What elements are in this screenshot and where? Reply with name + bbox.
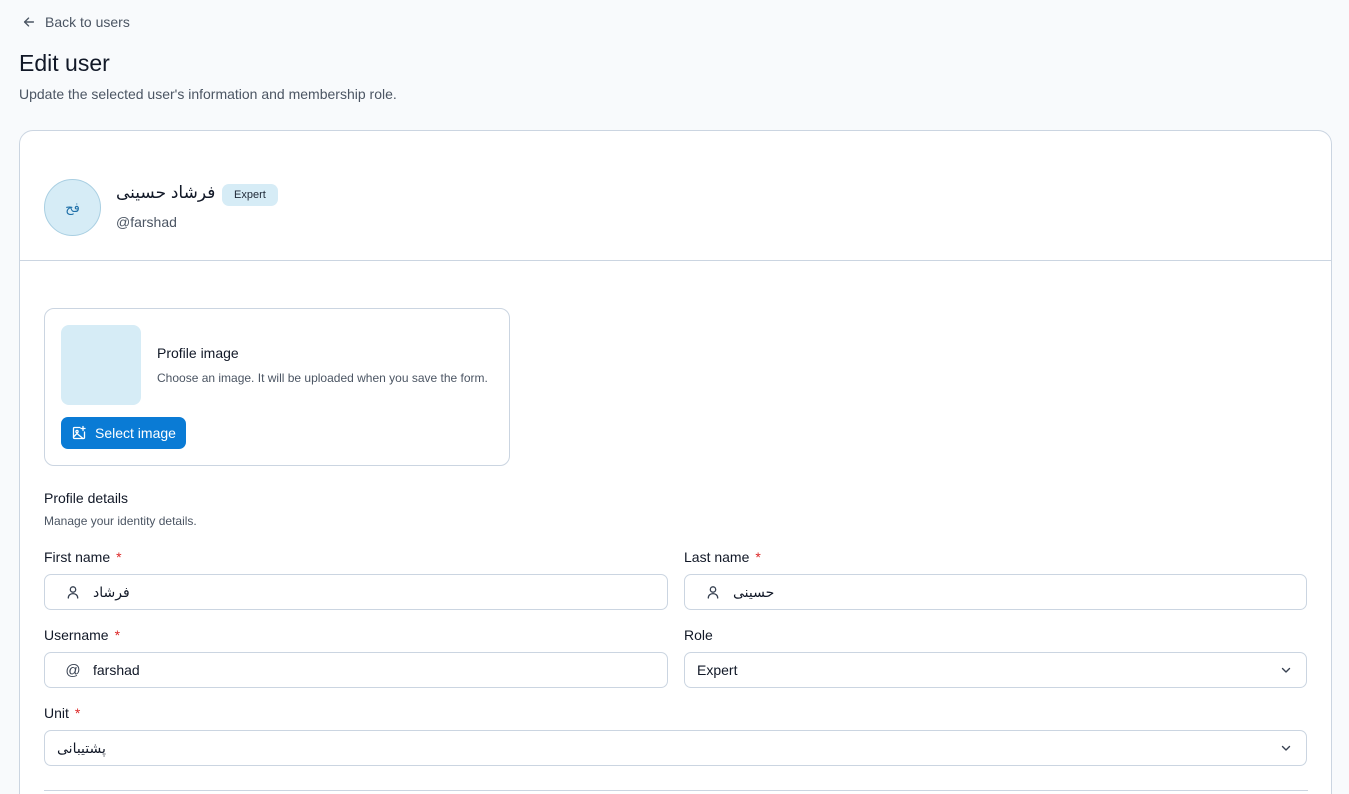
section-divider bbox=[44, 790, 1308, 791]
last-name-required-mark: * bbox=[755, 549, 761, 565]
user-handle: @farshad bbox=[116, 214, 177, 230]
unit-select[interactable]: پشتیبانی bbox=[44, 730, 1307, 766]
unit-label-text: Unit bbox=[44, 705, 69, 721]
back-to-users-link[interactable]: Back to users bbox=[22, 12, 130, 32]
first-name-label-text: First name bbox=[44, 549, 111, 565]
back-link-label: Back to users bbox=[45, 14, 130, 30]
at-sign-icon: @ bbox=[65, 661, 81, 679]
role-badge: Expert bbox=[222, 184, 278, 206]
last-name-label: Last name * bbox=[684, 549, 761, 565]
profile-image-title: Profile image bbox=[157, 345, 239, 361]
user-summary-header: فح فرشاد حسینی Expert @farshad bbox=[20, 131, 1331, 261]
role-value: Expert bbox=[697, 662, 738, 678]
select-image-label: Select image bbox=[95, 425, 176, 441]
first-name-value: فرشاد bbox=[93, 583, 130, 600]
role-select[interactable]: Expert bbox=[684, 652, 1307, 688]
profile-details-title: Profile details bbox=[44, 490, 129, 506]
profile-details-description: Manage your identity details. bbox=[44, 514, 197, 528]
role-label: Role bbox=[684, 627, 713, 643]
profile-image-panel: Profile image Choose an image. It will b… bbox=[44, 308, 510, 466]
username-required-mark: * bbox=[114, 627, 121, 643]
first-name-required-mark: * bbox=[116, 549, 122, 565]
user-icon bbox=[705, 584, 721, 600]
username-label-text: Username bbox=[44, 627, 109, 643]
avatar-initials: فح bbox=[65, 199, 80, 215]
edit-user-page: Back to users Edit user Update the selec… bbox=[0, 0, 1349, 794]
profile-image-description: Choose an image. It will be uploaded whe… bbox=[157, 371, 488, 385]
username-label: Username * bbox=[44, 627, 120, 643]
first-name-label: First name * bbox=[44, 549, 122, 565]
unit-value: پشتیبانی bbox=[57, 739, 106, 756]
page-subtitle: Update the selected user's information a… bbox=[19, 86, 397, 102]
chevron-down-icon bbox=[1281, 745, 1291, 751]
user-full-name: فرشاد حسینی bbox=[116, 183, 216, 202]
user-icon bbox=[65, 584, 81, 600]
unit-label: Unit * bbox=[44, 705, 80, 721]
last-name-field[interactable]: حسینی bbox=[684, 574, 1307, 610]
image-plus-icon bbox=[72, 425, 86, 440]
role-label-text: Role bbox=[684, 627, 713, 643]
unit-required-mark: * bbox=[74, 705, 81, 721]
avatar: فح bbox=[44, 179, 101, 236]
profile-image-preview bbox=[61, 325, 141, 405]
first-name-field[interactable]: فرشاد bbox=[44, 574, 668, 610]
username-value: farshad bbox=[93, 662, 140, 678]
username-field[interactable]: @ farshad bbox=[44, 652, 668, 688]
chevron-down-icon bbox=[1281, 667, 1291, 673]
last-name-label-text: Last name bbox=[684, 549, 750, 565]
select-image-button[interactable]: Select image bbox=[61, 417, 186, 449]
page-title: Edit user bbox=[19, 50, 110, 76]
last-name-value: حسینی bbox=[733, 583, 775, 600]
arrow-left-icon bbox=[23, 17, 35, 27]
edit-user-card: فح فرشاد حسینی Expert @farshad Profile i… bbox=[19, 130, 1332, 794]
